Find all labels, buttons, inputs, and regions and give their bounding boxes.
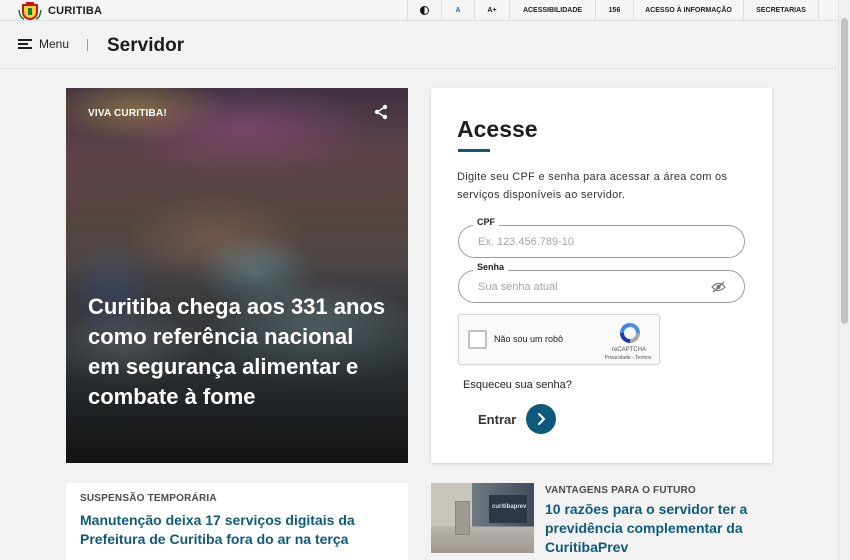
news-thumbnail: curitibaprev xyxy=(431,483,534,553)
recaptcha-widget: Não sou um robô reCAPTCHA Privacidade - … xyxy=(458,314,660,365)
brand-logo[interactable]: CURITIBA xyxy=(18,1,102,21)
recaptcha-checkbox[interactable] xyxy=(468,330,487,349)
login-title: Acesse xyxy=(457,116,538,142)
forgot-password-link[interactable]: Esqueceu sua senha? xyxy=(463,379,572,391)
cpf-label: CPF xyxy=(473,217,499,227)
password-label: Senha xyxy=(473,262,509,272)
font-size-increase-button[interactable]: A+ xyxy=(474,0,509,20)
font-size-normal-button[interactable]: A xyxy=(441,0,474,20)
accessibility-link[interactable]: ACESSIBILIDADE xyxy=(509,0,595,20)
contrast-icon xyxy=(420,5,429,15)
news-card[interactable]: curitibaprev VANTAGENS PARA O FUTURO 10 … xyxy=(431,483,772,560)
hero-kicker: VIVA CURITIBA! xyxy=(88,108,167,119)
hero-headline[interactable]: Curitiba chega aos 331 anos como referên… xyxy=(88,292,388,412)
cpf-input[interactable] xyxy=(478,234,718,250)
thumbnail-sign-text: curitibaprev xyxy=(492,504,527,510)
login-submit-button[interactable]: Entrar xyxy=(478,404,557,434)
thumbnail-door xyxy=(455,501,470,535)
departments-link[interactable]: SECRETARIAS xyxy=(743,0,819,20)
recaptcha-icon xyxy=(620,323,640,343)
news-title[interactable]: Manutenção deixa 17 serviços digitais da… xyxy=(80,511,395,549)
top-utility-bar: CURITIBA A A+ ACESSIBILIDADE 156 ACESSO … xyxy=(0,0,838,21)
recaptcha-label: Não sou um robô xyxy=(494,334,564,344)
recaptcha-brand: reCAPTCHA xyxy=(611,347,646,353)
eye-slash-icon[interactable] xyxy=(711,281,726,293)
submit-label: Entrar xyxy=(478,411,517,427)
hero-news-card[interactable]: VIVA CURITIBA! Curitiba chega aos 331 an… xyxy=(66,88,408,463)
news-kicker: SUSPENSÃO TEMPORÁRIA xyxy=(80,493,217,504)
menu-button[interactable]: Menu xyxy=(18,37,69,51)
scrollbar-thumb[interactable] xyxy=(841,18,848,324)
title-underline xyxy=(458,149,490,152)
curitiba-seal-icon xyxy=(18,1,42,20)
info-access-link[interactable]: ACESSO À INFORMAÇÃO xyxy=(633,0,743,20)
phone-156-link[interactable]: 156 xyxy=(595,0,633,20)
login-panel: Acesse Digite seu CPF e senha para acess… xyxy=(431,88,772,463)
login-description: Digite seu CPF e senha para acessar a ár… xyxy=(457,171,728,201)
brand-name: CURITIBA xyxy=(48,5,103,17)
site-header: Menu Servidor xyxy=(0,21,838,69)
password-field[interactable]: Senha xyxy=(458,262,745,303)
news-title[interactable]: 10 razões para o servidor ter a previdên… xyxy=(545,500,770,557)
news-card[interactable]: SUSPENSÃO TEMPORÁRIA Manutenção deixa 17… xyxy=(66,483,408,560)
cpf-field[interactable]: CPF xyxy=(458,217,745,258)
page-title: Servidor xyxy=(107,35,185,56)
hamburger-icon xyxy=(18,39,32,49)
contrast-toggle[interactable] xyxy=(407,0,441,20)
share-icon[interactable] xyxy=(373,104,389,120)
recaptcha-links[interactable]: Privacidade - Termos xyxy=(597,355,659,361)
arrow-right-icon xyxy=(526,404,557,434)
news-kicker: VANTAGENS PARA O FUTURO xyxy=(545,485,696,496)
password-input[interactable] xyxy=(478,279,718,295)
page-scrollbar[interactable] xyxy=(838,0,850,560)
header-divider xyxy=(87,39,88,51)
menu-label: Menu xyxy=(39,37,70,51)
